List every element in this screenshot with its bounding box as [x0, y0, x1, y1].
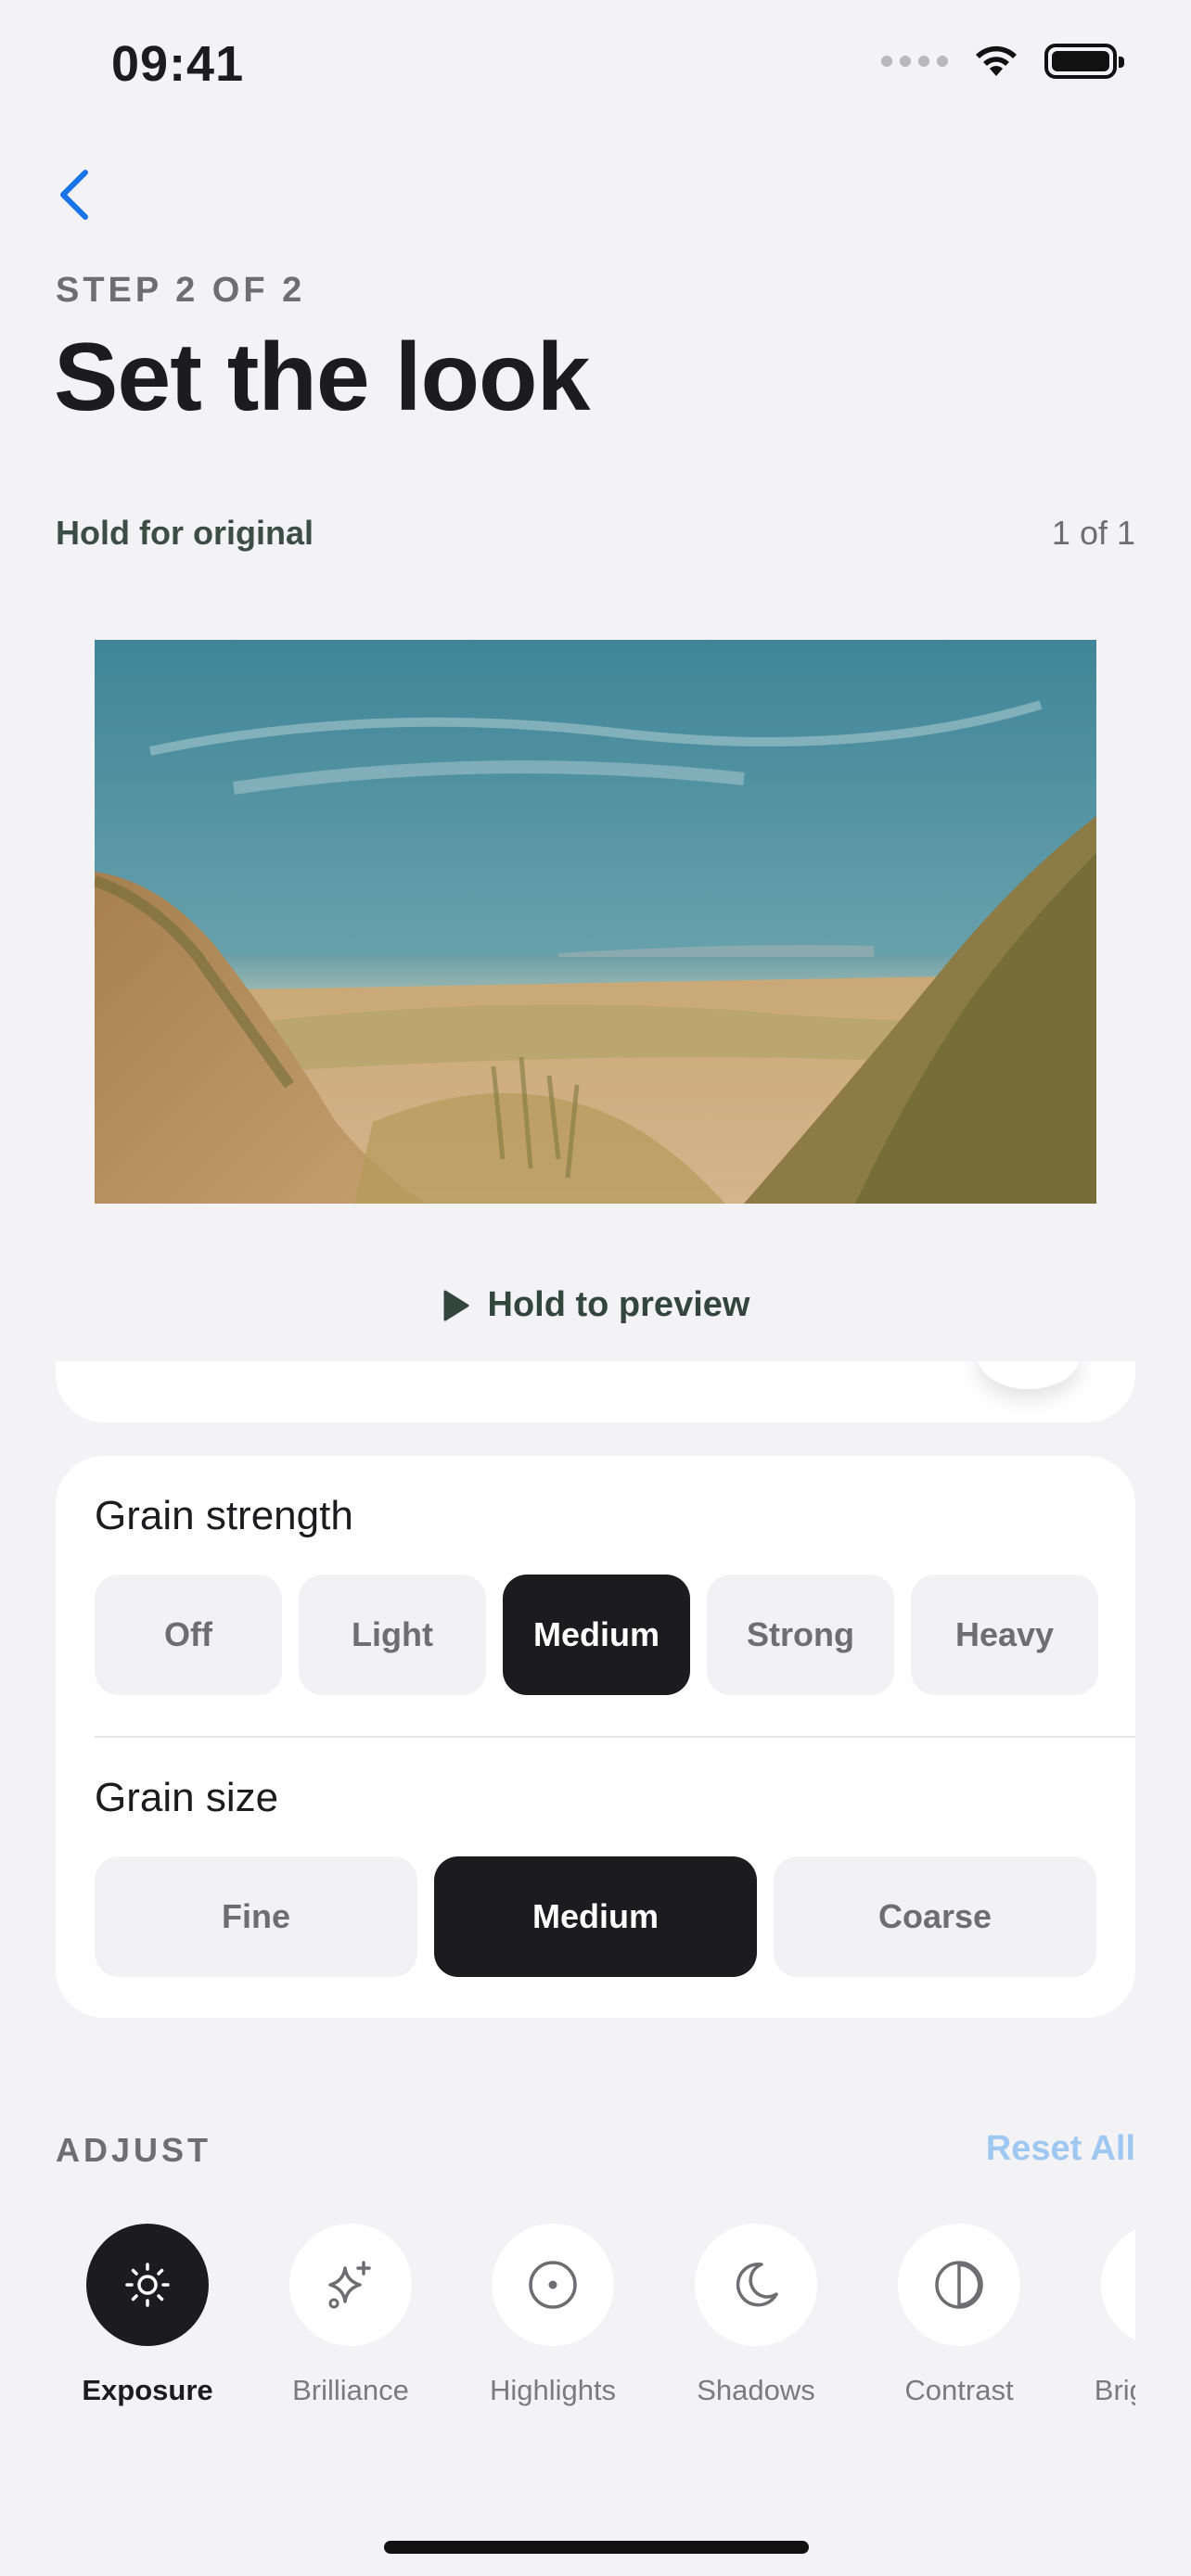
signal-icon [881, 56, 948, 67]
card-remnant [56, 1361, 1135, 1422]
grain-strength-title: Grain strength [95, 1493, 353, 1538]
sparkles-icon [328, 2261, 371, 2309]
hold-to-preview-label: Hold to preview [487, 1285, 750, 1324]
photo-counter: 1 of 1 [1051, 514, 1135, 552]
tool-contrast[interactable]: Contrast [857, 2224, 1061, 2407]
tool-label: Contrast [904, 2374, 1014, 2406]
grain-size-title: Grain size [95, 1775, 279, 1820]
status-time: 09:41 [111, 36, 245, 92]
tool-shadows[interactable]: Shadows [654, 2224, 858, 2407]
contrast-icon [935, 2261, 983, 2309]
wifi-icon [976, 45, 1017, 76]
adjust-section-label: ADJUST [56, 2131, 212, 2169]
hold-for-original-button[interactable]: Hold for original [56, 514, 314, 553]
tool-label: Brightness [1094, 2374, 1135, 2406]
home-indicator [384, 2541, 809, 2554]
tool-highlights[interactable]: Highlights [451, 2224, 655, 2407]
grain-strength-strong[interactable]: Strong [707, 1575, 894, 1695]
tool-exposure[interactable]: Exposure [45, 2224, 250, 2407]
tool-label: Brilliance [292, 2374, 409, 2406]
preview-photo[interactable] [95, 640, 1096, 1204]
tool-brightness[interactable]: Brightness [1060, 2224, 1135, 2407]
tool-brilliance[interactable]: Brilliance [249, 2224, 453, 2407]
play-icon [443, 1290, 469, 1320]
screen: 09:41 STEP 2 OF 2 Set the look Hold for … [0, 0, 1191, 2576]
grain-strength-segmented-control: Off Light Medium Strong Heavy [95, 1575, 1098, 1695]
grain-settings-card: Grain strength Off Light Medium Strong H… [56, 1456, 1135, 2018]
battery-icon [1044, 44, 1124, 79]
grain-strength-light[interactable]: Light [299, 1575, 486, 1695]
chevron-left-icon [60, 170, 88, 220]
moon-icon [736, 2262, 778, 2307]
reset-all-button[interactable]: Reset All [986, 2129, 1135, 2169]
grain-strength-off[interactable]: Off [95, 1575, 282, 1695]
tool-label: Highlights [489, 2374, 617, 2406]
target-icon [529, 2261, 577, 2309]
back-button[interactable] [52, 165, 96, 224]
grain-strength-medium[interactable]: Medium [503, 1575, 690, 1695]
grain-size-medium[interactable]: Medium [434, 1856, 757, 1977]
tool-label: Shadows [697, 2374, 815, 2406]
page-title: Set the look [54, 324, 590, 431]
adjust-tools-row: Exposure Brilliance Highlights Shadows C… [0, 2224, 1135, 2409]
status-icons [881, 43, 1124, 80]
sun-icon [125, 2263, 170, 2307]
hold-to-preview-button[interactable]: Hold to preview [0, 1285, 1191, 1325]
step-label: STEP 2 OF 2 [56, 271, 306, 310]
grain-strength-heavy[interactable]: Heavy [911, 1575, 1098, 1695]
tool-label: Exposure [82, 2374, 213, 2406]
grain-size-fine[interactable]: Fine [95, 1856, 417, 1977]
grain-size-coarse[interactable]: Coarse [774, 1856, 1096, 1977]
divider [95, 1736, 1135, 1738]
grain-size-segmented-control: Fine Medium Coarse [95, 1856, 1096, 1977]
